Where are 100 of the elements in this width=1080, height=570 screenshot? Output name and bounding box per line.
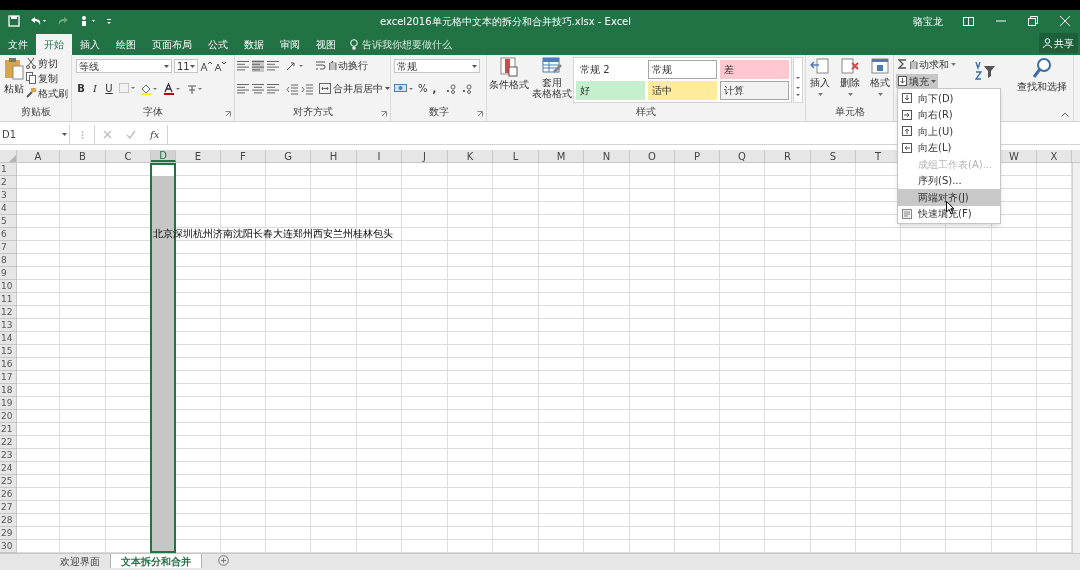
row-number[interactable]: 11	[0, 293, 17, 306]
sort-filter-icon[interactable]	[974, 61, 996, 81]
tell-me-box[interactable]: 告诉我你想要做什么	[350, 34, 452, 55]
column-header[interactable]: G	[266, 150, 311, 162]
column-header[interactable]: M	[539, 150, 584, 162]
shrink-font-icon[interactable]	[214, 60, 226, 72]
ribbon-tab[interactable]: 数据	[236, 34, 272, 55]
ribbon-tab[interactable]: 视图	[308, 34, 344, 55]
find-select-button[interactable]: 查找和选择	[1014, 57, 1070, 94]
phonetic-icon[interactable]	[186, 82, 202, 95]
row-number[interactable]: 26	[0, 488, 17, 501]
dialog-launcher-icon[interactable]	[477, 111, 483, 117]
insert-function-button[interactable]: fx	[150, 127, 160, 142]
new-sheet-icon[interactable]	[218, 555, 229, 566]
fill-color-icon[interactable]	[140, 82, 158, 95]
row-number[interactable]: 15	[0, 345, 17, 358]
decrease-indent-icon[interactable]	[286, 82, 298, 95]
cell-style-option[interactable]: 好	[576, 81, 645, 100]
menu-item[interactable]: 两端对齐(J)	[898, 189, 1000, 206]
column-header[interactable]: I	[357, 150, 402, 162]
dialog-launcher-icon[interactable]	[381, 111, 387, 117]
column-header[interactable]: L	[493, 150, 539, 162]
align-right-icon[interactable]	[267, 82, 279, 95]
vertical-scrollbar[interactable]	[1072, 163, 1080, 553]
row-number[interactable]: 8	[0, 254, 17, 267]
row-number[interactable]: 3	[0, 189, 17, 202]
row-number[interactable]: 6	[0, 228, 17, 241]
row-number[interactable]: 10	[0, 280, 17, 293]
restore-icon[interactable]	[1028, 16, 1038, 26]
menu-item[interactable]: 向下(D)	[898, 90, 1000, 107]
copy-button[interactable]: 复制	[26, 72, 68, 84]
column-header[interactable]: F	[221, 150, 266, 162]
decrease-decimal-icon[interactable]	[461, 83, 474, 94]
text-orientation-icon[interactable]	[286, 59, 304, 72]
delete-button[interactable]: 删除	[838, 57, 862, 96]
increase-indent-icon[interactable]	[301, 82, 313, 95]
align-bottom-icon[interactable]	[267, 59, 279, 72]
cell-style-option[interactable]: 常规	[648, 60, 717, 79]
row-number[interactable]: 13	[0, 319, 17, 332]
increase-decimal-icon[interactable]	[445, 83, 458, 94]
cut-button[interactable]: 剪切	[26, 57, 68, 69]
cell-style-option[interactable]: 适中	[648, 81, 717, 100]
close-icon[interactable]	[1060, 16, 1070, 26]
wrap-text-button[interactable]: 自动换行	[315, 59, 368, 72]
ribbon-display-icon[interactable]	[963, 16, 974, 26]
column-header[interactable]: N	[584, 150, 630, 162]
row-number[interactable]: 14	[0, 332, 17, 345]
row-number[interactable]: 22	[0, 436, 17, 449]
font-color-icon[interactable]	[163, 82, 181, 95]
ribbon-tab[interactable]: 页面布局	[144, 34, 200, 55]
column-header[interactable]: B	[60, 150, 106, 162]
bold-button[interactable]: B	[76, 81, 86, 96]
row-number[interactable]: 21	[0, 423, 17, 436]
number-format-field[interactable]: 常规	[394, 59, 480, 73]
save-icon[interactable]	[8, 15, 20, 27]
row-number[interactable]: 24	[0, 462, 17, 475]
row-number[interactable]: 20	[0, 410, 17, 423]
grow-font-icon[interactable]	[200, 60, 212, 72]
column-header[interactable]: H	[311, 150, 357, 162]
touch-mode-icon[interactable]	[79, 15, 97, 27]
row-number[interactable]: 29	[0, 527, 17, 540]
currency-icon[interactable]	[394, 83, 414, 94]
dialog-launcher-icon[interactable]	[225, 111, 231, 117]
align-top-icon[interactable]	[237, 59, 249, 72]
row-number[interactable]: 16	[0, 358, 17, 371]
row-number[interactable]: 12	[0, 306, 17, 319]
row-number[interactable]: 2	[0, 176, 17, 189]
align-middle-icon[interactable]	[252, 59, 264, 72]
column-header[interactable]: E	[176, 150, 221, 162]
ribbon-tab[interactable]: 绘图	[108, 34, 144, 55]
undo-icon[interactable]	[29, 15, 47, 27]
column-header[interactable]: A	[17, 150, 60, 162]
column-header[interactable]: R	[765, 150, 811, 162]
row-number[interactable]: 25	[0, 475, 17, 488]
font-name-field[interactable]: 等线	[76, 59, 172, 73]
column-header[interactable]: J	[402, 150, 448, 162]
menu-item[interactable]: 序列(S)...	[898, 172, 1000, 189]
name-box[interactable]: D1	[0, 125, 70, 144]
align-center-icon[interactable]	[252, 82, 264, 95]
row-number[interactable]: 28	[0, 514, 17, 527]
ribbon-tab[interactable]: 审阅	[272, 34, 308, 55]
column-header[interactable]: Q	[720, 150, 765, 162]
italic-button[interactable]: I	[91, 81, 99, 96]
merge-center-button[interactable]: 合并后居中	[319, 82, 390, 95]
cell-style-option[interactable]: 计算	[720, 81, 789, 100]
row-number[interactable]: 27	[0, 501, 17, 514]
column-header[interactable]: O	[630, 150, 675, 162]
ribbon-tab[interactable]: 开始	[36, 34, 72, 55]
format-painter-button[interactable]: 格式刷	[26, 87, 68, 99]
sheet-tab[interactable]: 文本拆分和合并	[111, 554, 202, 568]
ribbon-tab[interactable]: 插入	[72, 34, 108, 55]
row-number[interactable]: 17	[0, 371, 17, 384]
row-number[interactable]: 5	[0, 215, 17, 228]
font-size-field[interactable]: 11	[174, 59, 198, 73]
percent-button[interactable]: %	[418, 81, 428, 96]
column-header[interactable]: X	[1037, 150, 1072, 162]
autosum-button[interactable]: 自动求和	[898, 58, 956, 70]
ribbon-tab[interactable]: 文件	[0, 34, 36, 55]
share-button[interactable]: 共享	[1039, 33, 1078, 53]
insert-button[interactable]: 插入	[808, 57, 832, 96]
